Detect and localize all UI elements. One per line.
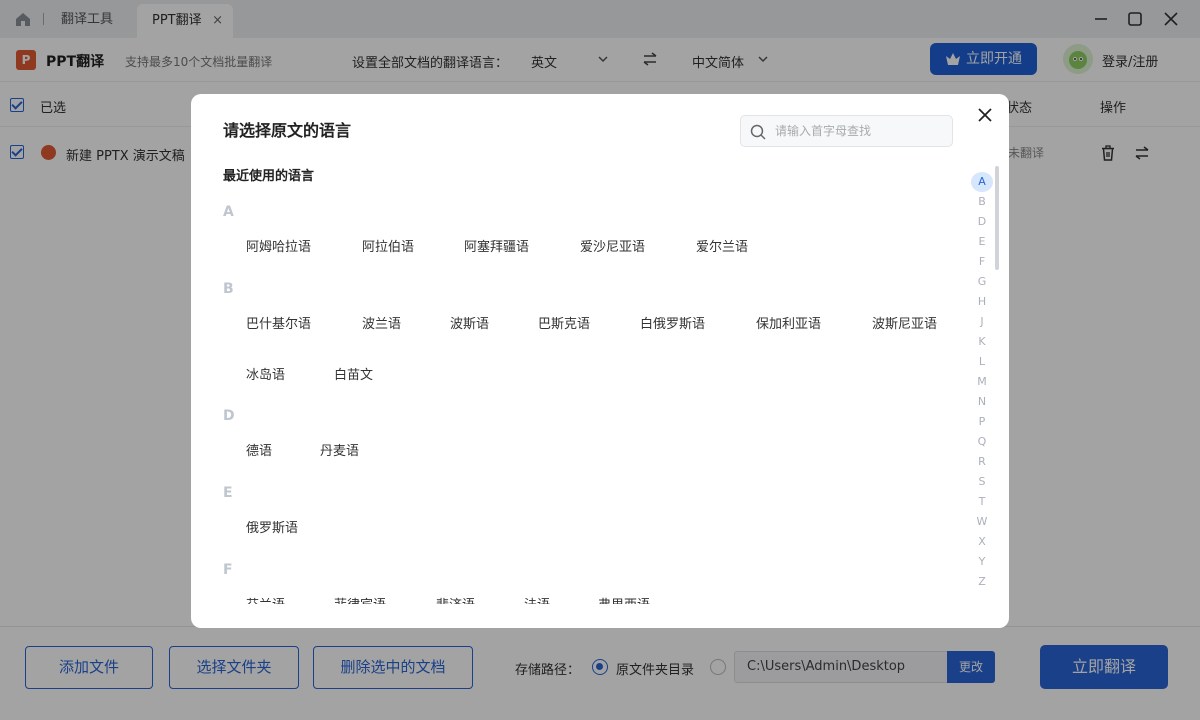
search-icon: [750, 124, 766, 140]
alpha-index-item[interactable]: T: [971, 492, 993, 512]
alpha-index-item[interactable]: N: [971, 392, 993, 412]
language-option[interactable]: 阿塞拜疆语: [464, 236, 529, 255]
alpha-index-item[interactable]: W: [971, 512, 993, 532]
alphabet-index: A B D E F G H J K L M N P Q R S T W X Y …: [971, 172, 993, 592]
language-picker-dialog: 请选择原文的语言 最近使用的语言 A 阿姆哈拉语 阿拉伯语 阿塞拜疆语 爱沙尼亚…: [191, 94, 1009, 628]
language-option[interactable]: 德语: [246, 440, 272, 459]
alpha-index-item[interactable]: Q: [971, 432, 993, 452]
language-option[interactable]: 阿拉伯语: [362, 236, 414, 255]
language-option[interactable]: 冰岛语: [246, 364, 285, 383]
alpha-index-item[interactable]: S: [971, 472, 993, 492]
letter-header: B: [223, 281, 234, 297]
alpha-index-item[interactable]: E: [971, 232, 993, 252]
language-option[interactable]: 巴什基尔语: [246, 313, 311, 332]
search-input[interactable]: [775, 116, 947, 146]
alpha-index-item[interactable]: J: [971, 312, 993, 332]
language-option[interactable]: 波斯尼亚语: [872, 313, 937, 332]
language-option[interactable]: 丹麦语: [320, 440, 359, 459]
language-search[interactable]: [740, 115, 953, 147]
alpha-index-item[interactable]: A: [971, 172, 993, 192]
alpha-index-item[interactable]: M: [971, 372, 993, 392]
letter-header: F: [223, 562, 233, 578]
language-option[interactable]: 法语: [524, 594, 550, 604]
language-option[interactable]: 弗里西语: [598, 594, 650, 604]
alpha-index-item[interactable]: D: [971, 212, 993, 232]
language-list: A 阿姆哈拉语 阿拉伯语 阿塞拜疆语 爱沙尼亚语 爱尔兰语 B 巴什基尔语 波兰…: [223, 194, 953, 604]
alpha-index-item[interactable]: P: [971, 412, 993, 432]
language-option[interactable]: 菲律宾语: [334, 594, 386, 604]
alpha-index-item[interactable]: R: [971, 452, 993, 472]
scrollbar[interactable]: [995, 166, 999, 270]
language-option[interactable]: 芬兰语: [246, 594, 285, 604]
alpha-index-item[interactable]: Z: [971, 572, 993, 592]
alpha-index-item[interactable]: B: [971, 192, 993, 212]
alpha-index-item[interactable]: Y: [971, 552, 993, 572]
language-option[interactable]: 波兰语: [362, 313, 401, 332]
alpha-index-item[interactable]: F: [971, 252, 993, 272]
language-option[interactable]: 爱尔兰语: [696, 236, 748, 255]
language-option[interactable]: 斐济语: [436, 594, 475, 604]
letter-header: D: [223, 408, 235, 424]
alpha-index-item[interactable]: L: [971, 352, 993, 372]
alpha-index-item[interactable]: X: [971, 532, 993, 552]
dialog-title: 请选择原文的语言: [223, 121, 352, 140]
language-option[interactable]: 保加利亚语: [756, 313, 821, 332]
letter-header: E: [223, 485, 233, 501]
language-option[interactable]: 俄罗斯语: [246, 517, 298, 536]
language-option[interactable]: 白俄罗斯语: [640, 313, 705, 332]
language-option[interactable]: 巴斯克语: [538, 313, 590, 332]
alpha-index-item[interactable]: K: [971, 332, 993, 352]
language-option[interactable]: 爱沙尼亚语: [580, 236, 645, 255]
language-option[interactable]: 波斯语: [450, 313, 489, 332]
close-icon[interactable]: [977, 107, 993, 123]
language-option[interactable]: 白苗文: [334, 364, 373, 383]
alpha-index-item[interactable]: H: [971, 292, 993, 312]
language-option[interactable]: 阿姆哈拉语: [246, 236, 311, 255]
recent-languages-label: 最近使用的语言: [223, 169, 315, 184]
letter-header: A: [223, 204, 234, 220]
alpha-index-item[interactable]: G: [971, 272, 993, 292]
